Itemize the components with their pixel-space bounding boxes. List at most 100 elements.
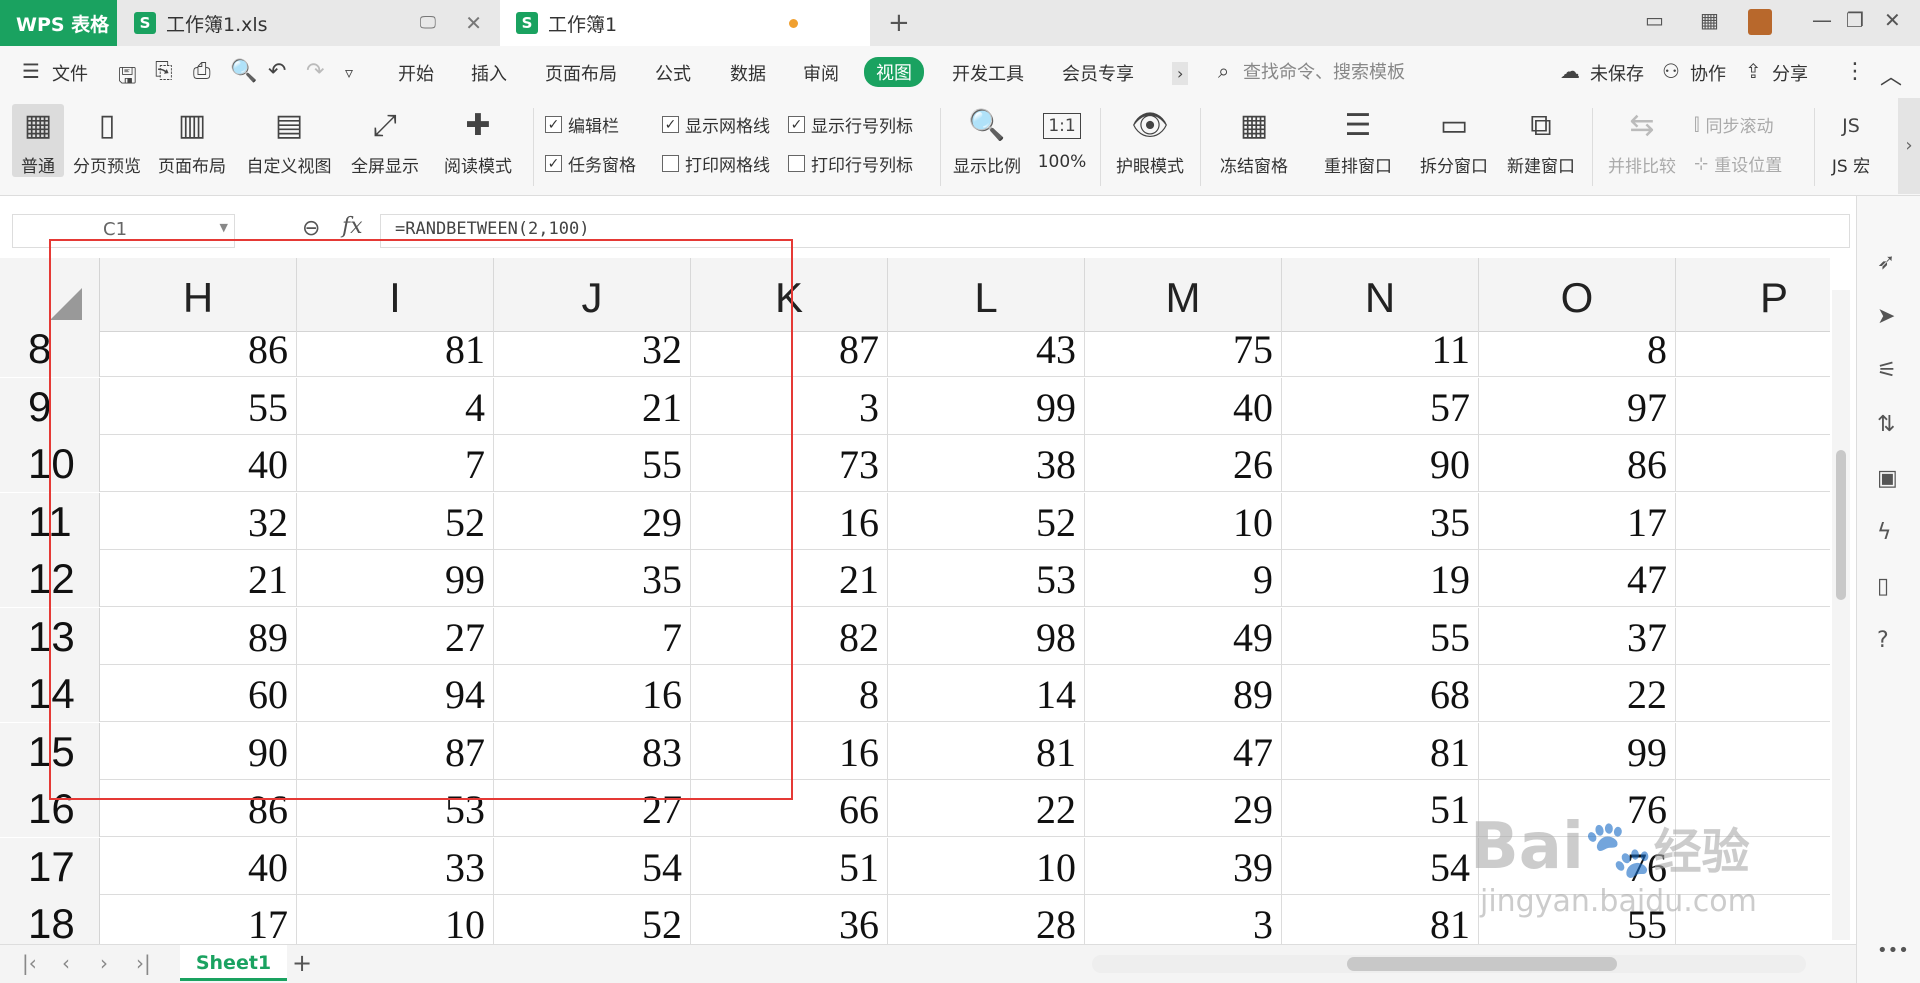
cell[interactable]: 43 <box>888 320 1085 377</box>
reset-position-button[interactable]: ⊹ 重设位置 <box>1694 151 1782 177</box>
cell[interactable]: 16 <box>691 722 888 780</box>
cell[interactable]: 21 <box>691 550 888 607</box>
help-icon[interactable]: ? <box>1877 628 1889 653</box>
row-header[interactable]: 14 <box>0 665 100 722</box>
cell[interactable] <box>1676 723 1830 780</box>
sort-icon[interactable]: ⇅ <box>1877 412 1895 437</box>
cell[interactable]: 40 <box>1085 377 1282 435</box>
cell[interactable]: 57 <box>1282 377 1479 435</box>
cell[interactable]: 82 <box>691 607 888 665</box>
cell[interactable]: 10 <box>297 895 494 944</box>
cell[interactable]: 52 <box>888 492 1085 550</box>
row-header[interactable]: 17 <box>0 837 100 895</box>
row-header[interactable]: 18 <box>0 895 100 944</box>
export-icon[interactable]: ⎘ <box>155 59 173 84</box>
menu-developer[interactable]: 开发工具 <box>952 60 1024 86</box>
cell[interactable]: 86 <box>100 320 297 377</box>
window-count-icon[interactable]: ▭ <box>1645 8 1664 32</box>
collaborate-button[interactable]: 协作 <box>1690 60 1726 86</box>
prev-sheet-icon[interactable]: ‹ <box>62 951 70 975</box>
reading-mode-button[interactable]: ✚ 阅读模式 <box>433 104 523 177</box>
cell[interactable]: 27 <box>297 607 494 665</box>
redo-icon[interactable]: ↷ <box>306 59 324 84</box>
minimize-icon[interactable]: — <box>1812 8 1832 32</box>
cell[interactable]: 6 <box>1676 378 1830 435</box>
eye-protection-button[interactable]: 👁 护眼模式 <box>1112 104 1188 177</box>
formula-bar-checkbox[interactable]: ✓ 编辑栏 <box>545 112 619 137</box>
cell[interactable]: 81 <box>297 320 494 377</box>
cell[interactable]: 16 <box>691 492 888 550</box>
row-header[interactable]: 15 <box>0 722 100 780</box>
cell[interactable]: 47 <box>1085 722 1282 780</box>
new-window-button[interactable]: ⧉ 新建窗口 <box>1503 104 1579 177</box>
cell[interactable]: 51 <box>1282 780 1479 837</box>
cell[interactable] <box>1676 320 1830 377</box>
print-preview-icon[interactable]: 🔍 <box>230 59 257 84</box>
zoom-100-button[interactable]: 1:1 100% <box>1034 104 1090 172</box>
cell[interactable]: 3 <box>1085 895 1282 944</box>
menu-home[interactable]: 开始 <box>398 60 434 86</box>
cell[interactable]: 51 <box>691 837 888 895</box>
row-header[interactable]: 10 <box>0 435 100 492</box>
row-header[interactable]: 13 <box>0 607 100 665</box>
cell[interactable]: 21 <box>100 550 297 607</box>
cell[interactable]: 90 <box>100 722 297 780</box>
vertical-scrollbar[interactable] <box>1832 290 1850 940</box>
cell[interactable]: 86 <box>1479 435 1676 492</box>
undo-icon[interactable]: ↶ <box>268 59 286 84</box>
save-icon[interactable]: 🖫 <box>118 59 137 97</box>
cell[interactable]: 11 <box>1282 320 1479 377</box>
cell[interactable]: 76 <box>1479 780 1676 837</box>
cell[interactable]: 76 <box>1479 837 1676 895</box>
cell[interactable]: 98 <box>888 607 1085 665</box>
cell[interactable]: 55 <box>100 377 297 435</box>
print-gridlines-checkbox[interactable]: 打印网格线 <box>662 151 770 176</box>
cell[interactable]: 3 <box>691 377 888 435</box>
horizontal-scroll-thumb[interactable] <box>1347 957 1617 971</box>
cell[interactable]: 8 <box>691 665 888 722</box>
restore-icon[interactable]: ❐ <box>1846 8 1864 32</box>
doc-tab-active[interactable]: S 工作簿1 <box>500 0 870 46</box>
compare-side-by-side-button[interactable]: ⇆ 并排比较 <box>1604 104 1680 177</box>
cell[interactable]: 35 <box>494 550 691 607</box>
fullscreen-button[interactable]: ⤢ 全屏显示 <box>347 104 423 177</box>
cell[interactable]: 66 <box>691 780 888 837</box>
close-icon[interactable]: ✕ <box>465 11 482 35</box>
cell[interactable]: 29 <box>1085 780 1282 837</box>
collapse-ribbon-icon[interactable]: ︿ <box>1880 59 1902 91</box>
name-box[interactable]: C1 ▼ <box>12 214 235 248</box>
row-header[interactable]: 9 <box>0 377 100 435</box>
cell[interactable]: 8 <box>1676 895 1830 944</box>
menu-insert[interactable]: 插入 <box>471 60 507 86</box>
normal-view-button[interactable]: ▦ 普通 <box>12 104 64 177</box>
row-header[interactable]: 8 <box>0 320 100 377</box>
freeze-panes-button[interactable]: ▦ 冻结窗格 <box>1212 104 1296 177</box>
cell[interactable]: 9 <box>1085 550 1282 607</box>
cell[interactable]: 5 <box>1676 665 1830 722</box>
cell[interactable]: 33 <box>297 837 494 895</box>
cell[interactable]: 8 <box>1676 435 1830 492</box>
cell[interactable]: 22 <box>888 780 1085 837</box>
cell[interactable]: 73 <box>691 435 888 492</box>
cell[interactable]: 27 <box>494 780 691 837</box>
cell[interactable]: 87 <box>691 320 888 377</box>
cell[interactable]: 94 <box>297 665 494 722</box>
book-icon[interactable]: ▯ <box>1877 574 1889 599</box>
cell[interactable]: 86 <box>100 780 297 837</box>
vertical-scroll-thumb[interactable] <box>1836 450 1846 600</box>
cell[interactable]: 32 <box>494 320 691 377</box>
cell[interactable]: 81 <box>888 722 1085 780</box>
cell[interactable]: 36 <box>691 895 888 944</box>
cell[interactable]: 55 <box>1479 895 1676 944</box>
cell[interactable]: 99 <box>1479 722 1676 780</box>
cell[interactable]: 19 <box>1282 550 1479 607</box>
more-icon[interactable]: ••• <box>1877 940 1909 961</box>
cell[interactable]: 7 <box>494 607 691 665</box>
cell[interactable]: 29 <box>494 492 691 550</box>
cell[interactable]: 99 <box>297 550 494 607</box>
cell[interactable]: 75 <box>1085 320 1282 377</box>
cell[interactable]: 53 <box>888 550 1085 607</box>
cell[interactable]: 8 <box>1676 550 1830 607</box>
menu-data[interactable]: 数据 <box>730 60 766 86</box>
cell[interactable]: 8 <box>1479 320 1676 377</box>
